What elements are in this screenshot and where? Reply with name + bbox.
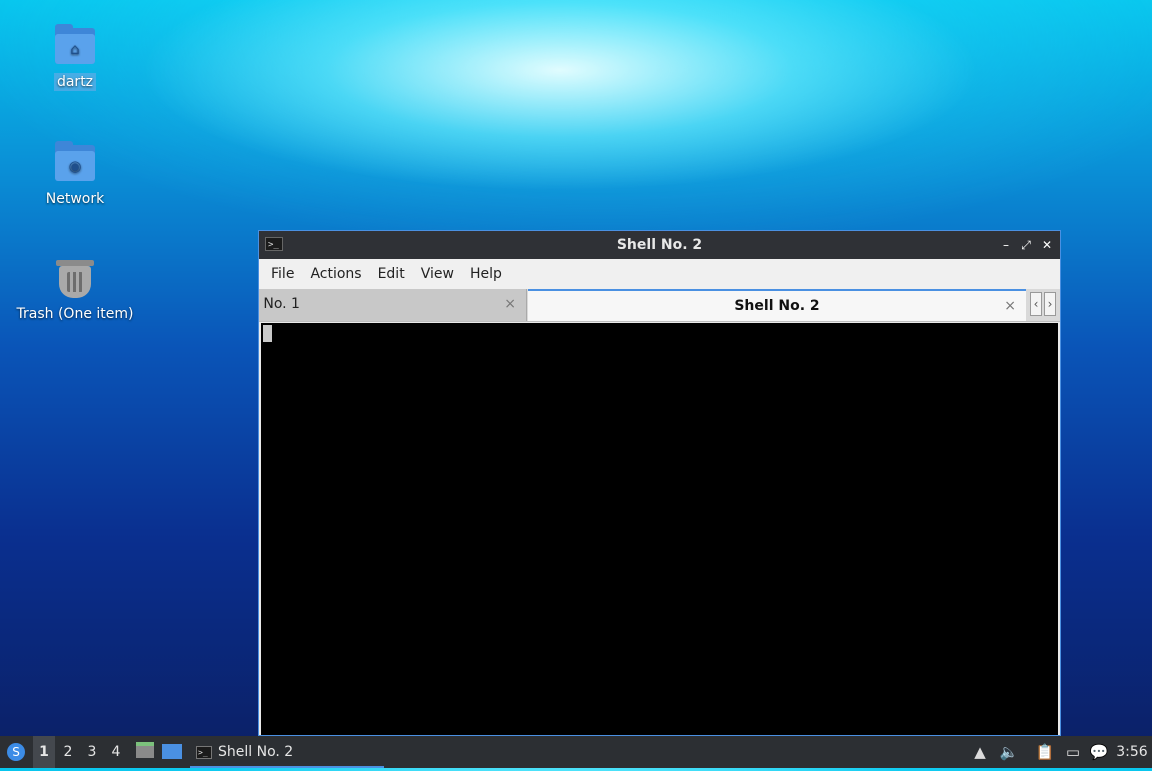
desktop-icon-network[interactable]: ◉ Network (15, 141, 135, 207)
desktop-icon-home[interactable]: ⌂ dartz (15, 24, 135, 91)
file-manager-icon (136, 742, 154, 758)
tab-label: Shell No. 2 (734, 298, 820, 314)
taskbar-task-shell-2[interactable]: >_ Shell No. 2 (190, 736, 384, 768)
tab-label: l No. 1 (259, 296, 300, 312)
desktop-icon-label: Trash (One item) (16, 306, 134, 322)
tab-close-icon[interactable]: × (1004, 291, 1016, 321)
show-desktop-button[interactable] (160, 736, 184, 768)
tab-scroll-left-button[interactable]: ‹ (1030, 292, 1042, 316)
terminal-output-area[interactable] (261, 323, 1058, 735)
notification-icon[interactable]: 💬 (1088, 736, 1110, 768)
start-menu-button[interactable]: S (4, 736, 28, 768)
network-icon[interactable]: ▭ (1062, 736, 1084, 768)
file-manager-launcher[interactable] (134, 736, 156, 768)
workspace-3-button[interactable]: 3 (81, 736, 103, 768)
menu-help[interactable]: Help (462, 266, 510, 282)
tab-shell-1[interactable]: l No. 1 × (259, 289, 527, 321)
terminal-icon: >_ (196, 745, 212, 759)
menu-actions[interactable]: Actions (302, 266, 369, 282)
task-label: Shell No. 2 (218, 744, 294, 760)
network-folder-icon: ◉ (53, 141, 97, 185)
tab-scroll-right-button[interactable]: › (1044, 292, 1056, 316)
tab-shell-2[interactable]: Shell No. 2 × (528, 289, 1026, 321)
desktop-icon-label: dartz (53, 73, 97, 91)
workspace-2-button[interactable]: 2 (57, 736, 79, 768)
clipboard-icon[interactable]: 📋 (1034, 736, 1056, 768)
workspace-4-button[interactable]: 4 (105, 736, 127, 768)
tab-close-icon[interactable]: × (504, 289, 516, 319)
text-cursor (263, 325, 272, 342)
menu-file[interactable]: File (263, 266, 302, 282)
menu-edit[interactable]: Edit (370, 266, 413, 282)
desktop-icon (162, 744, 182, 759)
minimize-button[interactable]: – (997, 235, 1015, 255)
window-titlebar[interactable]: >_ Shell No. 2 – ⤢ ✕ (259, 231, 1060, 259)
eject-icon[interactable]: ▲ (970, 736, 990, 768)
menu-bar: File Actions Edit View Help (259, 259, 1060, 289)
taskbar: S 1 2 3 4 >_ Shell No. 2 ▲ 🔈 📋 ▭ 💬 3:56 (0, 736, 1152, 768)
menu-view[interactable]: View (413, 266, 462, 282)
lxqt-menu-icon: S (7, 743, 25, 761)
workspace-1-button[interactable]: 1 (33, 736, 55, 768)
clock[interactable]: 3:56 (1114, 736, 1150, 768)
home-folder-icon: ⌂ (53, 24, 97, 68)
volume-icon[interactable]: 🔈 (998, 736, 1020, 768)
desktop-icon-trash[interactable]: Trash (One item) (15, 256, 135, 322)
maximize-button[interactable]: ⤢ (1017, 235, 1035, 255)
trash-icon (53, 256, 97, 300)
close-button[interactable]: ✕ (1038, 235, 1056, 255)
terminal-window[interactable]: >_ Shell No. 2 – ⤢ ✕ File Actions Edit V… (258, 230, 1061, 736)
window-title: Shell No. 2 (616, 237, 703, 253)
desktop-icon-label: Network (45, 191, 105, 207)
tab-bar: l No. 1 × Shell No. 2 × ‹ › (259, 289, 1060, 322)
